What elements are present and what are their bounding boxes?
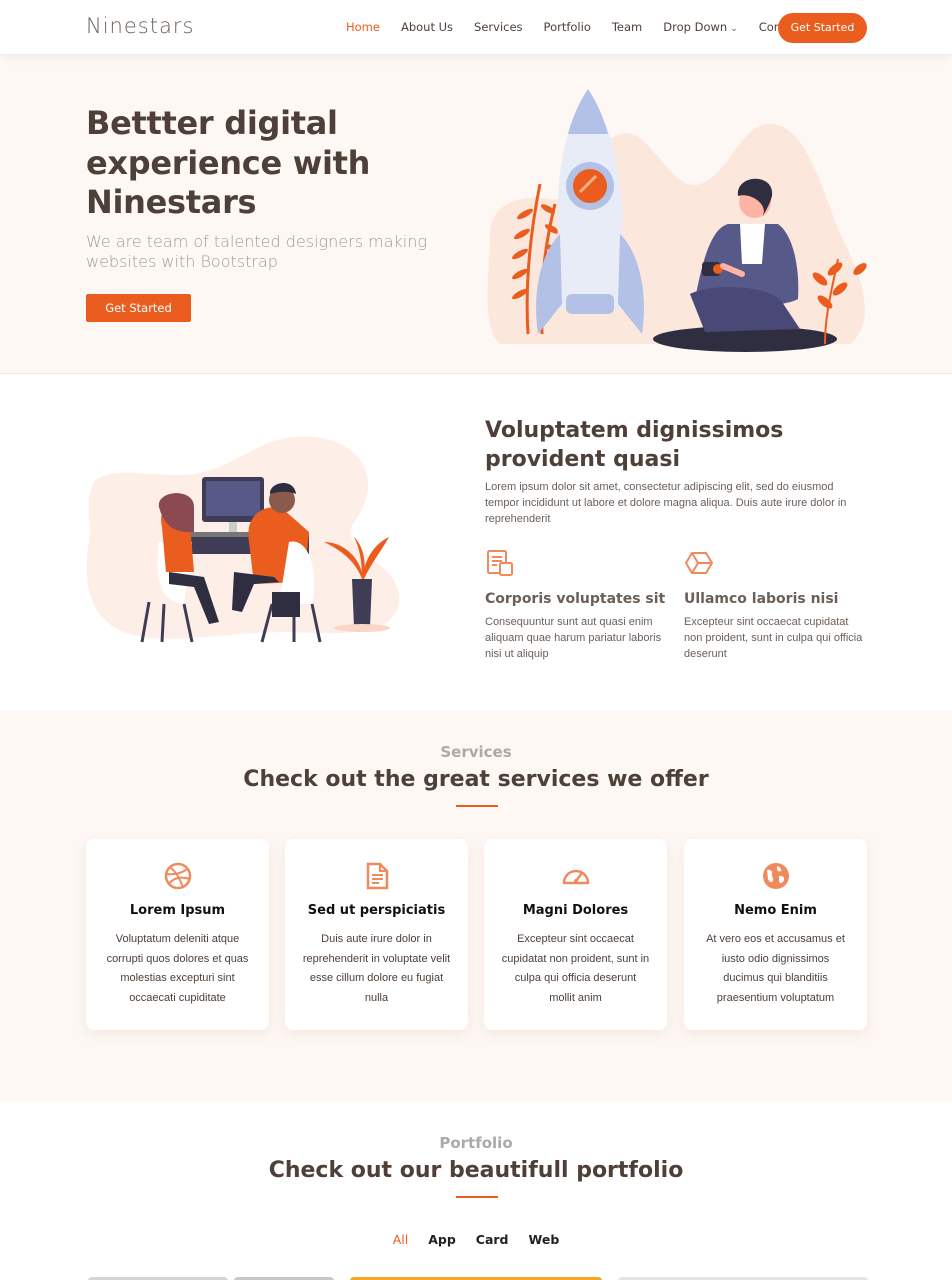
service-card[interactable]: Lorem Ipsum Voluptatum deleniti atque co… — [86, 839, 269, 1030]
services-label: Services — [440, 743, 512, 761]
feature-title: Corporis voluptates sit — [485, 591, 666, 607]
section-divider — [456, 805, 498, 807]
nav-home[interactable]: Home — [346, 20, 380, 34]
receipt-icon — [487, 550, 513, 576]
filter-app[interactable]: App — [428, 1232, 456, 1247]
feature-item: Corporis voluptates sit Consequuntur sun… — [485, 548, 670, 662]
service-card[interactable]: Nemo Enim At vero eos et accusamus et iu… — [684, 839, 867, 1030]
about-description: Lorem ipsum dolor sit amet, consectetur … — [485, 481, 847, 525]
hero-title: Bettter digital experience with Ninestar… — [86, 104, 371, 221]
header-get-started-button[interactable]: Get Started — [778, 13, 867, 43]
speedometer-icon — [562, 869, 589, 885]
services-section: Services Check out the great services we… — [0, 710, 952, 1101]
services-title: Check out the great services we offer — [243, 767, 709, 792]
dribbble-icon — [164, 862, 191, 890]
portfolio-title: Check out our beautifull portfolio — [268, 1158, 684, 1183]
service-text: At vero eos et accusamus et iusto odio d… — [706, 933, 845, 1004]
portfolio-filters: All App Card Web — [0, 1232, 952, 1247]
nav-team[interactable]: Team — [612, 20, 642, 34]
service-card[interactable]: Magni Dolores Excepteur sint occaecat cu… — [484, 839, 667, 1030]
rocket-illustration — [487, 89, 867, 352]
service-text: Duis aute irure dolor in reprehenderit i… — [302, 933, 451, 1004]
service-title: Sed ut perspiciatis — [307, 903, 446, 918]
chevron-down-icon: ⌄ — [730, 24, 738, 34]
cube-icon — [684, 552, 714, 574]
feature-text: Excepteur sint occaecat cupidatat non pr… — [684, 616, 863, 660]
service-title: Lorem Ipsum — [129, 903, 226, 918]
hero-get-started-button[interactable]: Get Started — [86, 294, 191, 322]
about-title: Voluptatem dignissimos provident quasi — [485, 418, 784, 472]
service-title: Magni Dolores — [522, 903, 629, 918]
service-card[interactable]: Sed ut perspiciatis Duis aute irure dolo… — [285, 839, 468, 1030]
team-desk-illustration — [86, 436, 400, 643]
service-text: Excepteur sint occaecat cupidatat non pr… — [501, 933, 650, 1004]
file-icon — [366, 862, 388, 890]
feature-title: Ullamco laboris nisi — [684, 591, 839, 607]
service-text: Voluptatum deleniti atque corrupti quos … — [106, 933, 249, 1004]
hero-subtitle: We are team of talented designers making… — [86, 232, 427, 271]
filter-all[interactable]: All — [393, 1232, 409, 1247]
main-nav: Home About Us Services Portfolio Team Dr… — [346, 20, 803, 34]
globe-icon — [762, 863, 789, 889]
nav-dropdown[interactable]: Drop Down ⌄ — [663, 20, 737, 34]
site-header: Ninestars Home About Us Services Portfol… — [0, 0, 952, 54]
filter-card[interactable]: Card — [476, 1232, 509, 1247]
filter-web[interactable]: Web — [529, 1232, 560, 1247]
service-title: Nemo Enim — [734, 903, 817, 918]
portfolio-label: Portfolio — [439, 1134, 513, 1152]
feature-text: Consequuntur sunt aut quasi enim aliquam… — [485, 616, 662, 660]
nav-about-us[interactable]: About Us — [401, 20, 453, 34]
nav-dropdown-label: Drop Down — [663, 20, 728, 34]
hero-section: Bettter digital experience with Ninestar… — [0, 54, 952, 374]
nav-services[interactable]: Services — [474, 20, 523, 34]
site-logo[interactable]: Ninestars — [86, 14, 194, 38]
nav-portfolio[interactable]: Portfolio — [544, 20, 591, 34]
feature-item: Ullamco laboris nisi Excepteur sint occa… — [684, 548, 869, 662]
section-divider — [456, 1196, 498, 1198]
